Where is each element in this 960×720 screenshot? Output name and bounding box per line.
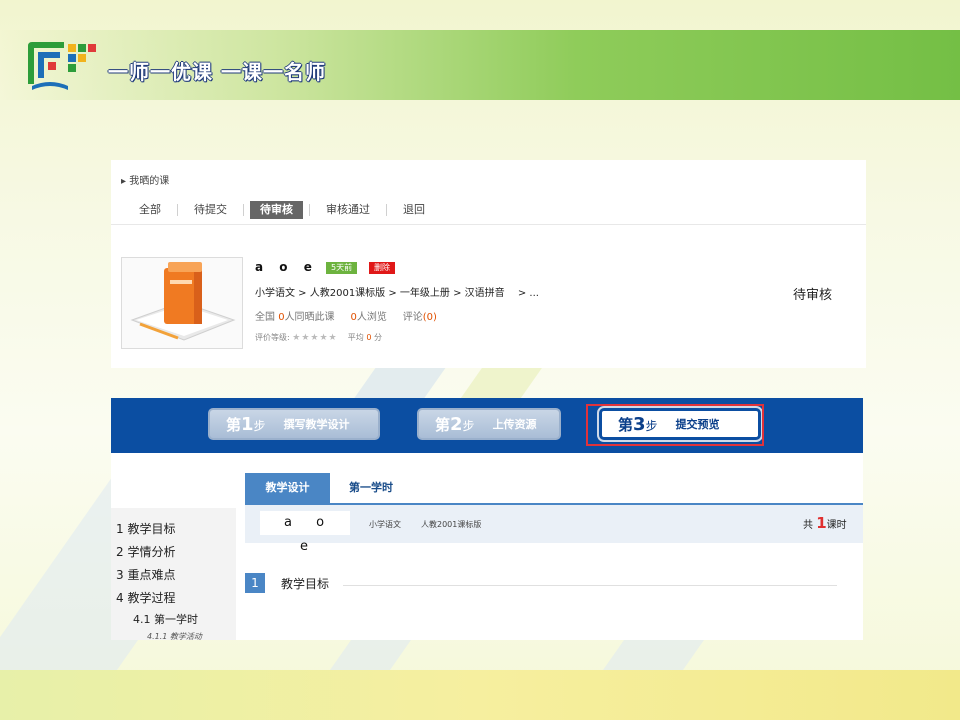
course-thumbnail[interactable] bbox=[121, 257, 243, 349]
brand-title: 一师一优课 一课一名师 bbox=[108, 60, 326, 84]
nav-item-process[interactable]: 4 教学过程 bbox=[116, 589, 175, 606]
decorative-stripe bbox=[595, 640, 705, 680]
book-icon bbox=[130, 262, 236, 341]
bottom-band bbox=[0, 670, 960, 720]
step-1-button[interactable]: 第1步 撰写教学设计 bbox=[208, 408, 380, 440]
nav-item-first-lesson[interactable]: 4.1 第一学时 bbox=[133, 611, 198, 627]
tab-divider bbox=[243, 204, 244, 216]
step-label: 上传资源 bbox=[492, 418, 537, 431]
avg-value: 0 bbox=[366, 333, 372, 342]
nav-item-key-points[interactable]: 3 重点难点 bbox=[116, 566, 175, 583]
same-course-label: 人同晒此课 bbox=[284, 312, 335, 323]
logo-icon bbox=[28, 42, 96, 90]
course-edition: 人教2001课标版 bbox=[421, 520, 482, 529]
rating-stars-icon: ★★★★★ bbox=[292, 333, 338, 343]
tab-all[interactable]: 全部 bbox=[129, 201, 171, 219]
step-number: 2 bbox=[450, 413, 463, 435]
step-number: 1 bbox=[241, 413, 254, 435]
tab-pending-submit[interactable]: 待提交 bbox=[184, 201, 237, 219]
tab-first-lesson[interactable]: 第一学时 bbox=[349, 473, 393, 503]
course-subject: 小学语文 bbox=[369, 520, 401, 529]
stats-prefix: 全国 bbox=[255, 312, 275, 323]
review-status: 待审核 bbox=[793, 288, 833, 303]
step-2-button[interactable]: 第2步 上传资源 bbox=[417, 408, 561, 440]
tab-returned[interactable]: 退回 bbox=[393, 201, 435, 219]
delete-button[interactable]: 删除 bbox=[369, 262, 395, 274]
preview-panel: 1 教学目标 2 学情分析 3 重点难点 4 教学过程 4.1 第一学时 4.1… bbox=[111, 453, 863, 642]
comments-label[interactable]: 评论 bbox=[403, 312, 423, 323]
section-number: 1 bbox=[245, 573, 265, 593]
decorative-stripe bbox=[308, 640, 412, 700]
course-stats: 全国 0人同晒此课 0人浏览 评论(0) bbox=[255, 308, 437, 323]
course-name[interactable]: a o e bbox=[255, 260, 318, 274]
nav-item-activity[interactable]: 4.1.1 教学活动 bbox=[147, 631, 202, 642]
tab-divider bbox=[177, 204, 178, 216]
course-breadcrumb: 小学语文 > 人教2001课标版 > 一年级上册 > 汉语拼音 > ... bbox=[255, 288, 539, 299]
avg-label: 平均 bbox=[347, 333, 364, 342]
course-name-box: a o e bbox=[260, 511, 350, 554]
lesson-count: 1 bbox=[816, 514, 827, 532]
time-badge: 5天前 bbox=[326, 262, 358, 274]
step-label: 撰写教学设计 bbox=[283, 418, 350, 431]
avg-unit: 分 bbox=[373, 333, 382, 342]
course-info-strip: a o e 小学语文 人教2001课标版 共 1课时 bbox=[245, 505, 863, 554]
nav-item-objectives[interactable]: 1 教学目标 bbox=[116, 520, 175, 537]
course-rating: 评价等级: ★★★★★ 平均 0 分 bbox=[255, 332, 382, 343]
section-title: 教学目标 bbox=[281, 577, 330, 591]
lesson-total: 共 1课时 bbox=[803, 514, 847, 532]
tab-approved[interactable]: 审核通过 bbox=[316, 201, 380, 219]
comments-count: (0) bbox=[422, 312, 437, 323]
divider bbox=[111, 224, 866, 225]
my-courses-panel: ▸ 我晒的课 全部 待提交 待审核 审核通过 退回 a o e 5天前 删除 小… bbox=[111, 160, 866, 368]
steps-bar: 第1步 撰写教学设计 第2步 上传资源 第3步 提交预览 bbox=[111, 398, 863, 453]
rating-label: 评价等级: bbox=[255, 333, 290, 342]
outline-nav: 1 教学目标 2 学情分析 3 重点难点 4 教学过程 4.1 第一学时 4.1… bbox=[111, 508, 236, 642]
tab-divider bbox=[386, 204, 387, 216]
tab-divider bbox=[309, 204, 310, 216]
views-label: 人浏览 bbox=[356, 312, 387, 323]
my-courses-title: ▸ 我晒的课 bbox=[121, 176, 170, 187]
step-3-highlight-frame bbox=[586, 404, 764, 446]
section-divider bbox=[343, 585, 837, 586]
tab-teaching-design[interactable]: 教学设计 bbox=[245, 473, 330, 503]
status-tabs: 全部 待提交 待审核 审核通过 退回 bbox=[129, 200, 435, 220]
tab-pending-review[interactable]: 待审核 bbox=[250, 201, 303, 219]
nav-item-analysis[interactable]: 2 学情分析 bbox=[116, 543, 175, 560]
